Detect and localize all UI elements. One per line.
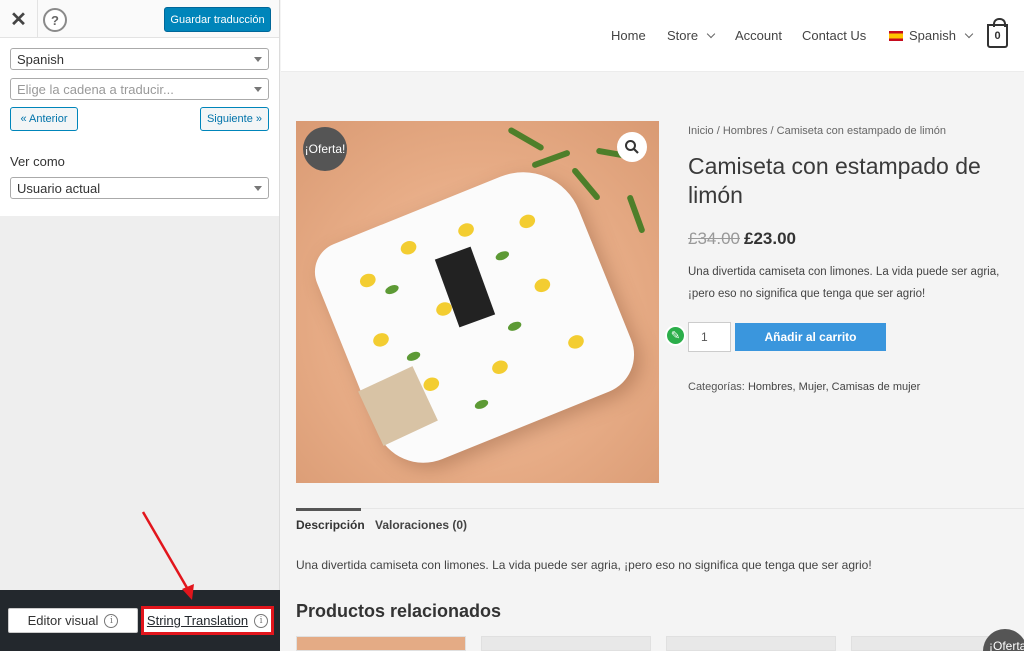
string-select[interactable]: Elige la cadena a traducir... <box>10 78 269 100</box>
tab-reviews[interactable]: Valoraciones (0) <box>375 518 467 532</box>
quantity-input[interactable]: 1 <box>688 322 731 352</box>
sale-price: £23.00 <box>744 229 796 248</box>
save-translation-button[interactable]: Guardar traducción <box>164 7 271 32</box>
cart-count: 0 <box>994 30 1001 42</box>
tab-description[interactable]: Descripción <box>296 518 365 532</box>
fern-leaf <box>626 194 646 234</box>
nav-store-label: Store <box>667 28 699 43</box>
nav-account[interactable]: Account <box>735 28 782 43</box>
lemon-print <box>357 271 378 290</box>
lemon-print <box>421 375 442 394</box>
string-translation-label: String Translation <box>146 613 249 628</box>
nav-home[interactable]: Home <box>611 28 646 43</box>
view-as-select[interactable]: Usuario actual <box>10 177 269 199</box>
add-to-cart-button[interactable]: Añadir al carrito <box>735 323 886 351</box>
lemon-print <box>398 238 419 257</box>
leaf-print <box>383 283 400 296</box>
nav-account-label: Account <box>735 28 782 43</box>
related-products-title: Productos relacionados <box>296 601 502 621</box>
language-select-value: Spanish <box>17 51 64 67</box>
panel-controls: ✕ ? Guardar traducción Spanish Elige la … <box>0 0 279 216</box>
leaf-print <box>494 249 511 263</box>
product-title: Camiseta con estampado de limón <box>688 153 981 208</box>
lemon-print <box>566 332 586 351</box>
lemon-print <box>517 212 538 231</box>
previous-button[interactable]: « Anterior <box>10 107 78 131</box>
related-sale-badge: ¡Oferta <box>983 629 1024 651</box>
product-categories: Categorías: Hombres, Mujer, Camisas de m… <box>688 381 920 393</box>
description-text: Una divertida camiseta con limones. La v… <box>296 558 872 572</box>
product-price: £34.00 £23.00 <box>688 229 796 249</box>
translation-panel: ✕ ? Guardar traducción Spanish Elige la … <box>0 0 280 651</box>
fern-leaf <box>570 166 602 202</box>
pencil-icon[interactable]: ✎ <box>665 325 686 346</box>
chevron-down-icon <box>964 29 974 39</box>
spain-flag-icon <box>889 30 903 41</box>
nav-contact-label: Contact Us <box>802 28 867 43</box>
chevron-down-icon <box>254 185 262 191</box>
panel-footer: Editor visual i String Translation i <box>0 590 280 651</box>
related-product-card[interactable] <box>296 636 466 651</box>
info-icon: i <box>254 613 269 628</box>
view-as-select-value: Usuario actual <box>17 180 101 196</box>
lemon-print <box>371 330 391 349</box>
old-price: £34.00 <box>688 229 740 248</box>
magnifier-icon <box>625 140 639 154</box>
lemon-print <box>456 220 476 239</box>
view-as-label: Ver como <box>10 154 65 169</box>
string-translation-button[interactable]: String Translation i <box>141 606 274 635</box>
leaf-print <box>473 398 490 411</box>
lemon-print <box>532 276 553 295</box>
product-image[interactable] <box>296 121 659 483</box>
lemon-print <box>490 358 510 377</box>
language-select[interactable]: Spanish <box>10 48 269 70</box>
chevron-down-icon <box>254 86 262 92</box>
fern-leaf <box>531 149 571 169</box>
zoom-icon[interactable] <box>617 132 647 162</box>
nav-store[interactable]: Store <box>667 28 716 43</box>
tabs-divider <box>296 508 1024 509</box>
info-icon: i <box>104 613 119 628</box>
active-tab-indicator <box>296 508 361 511</box>
related-product-card[interactable] <box>481 636 651 651</box>
nav-language[interactable]: Spanish <box>889 28 974 43</box>
help-icon[interactable]: ? <box>43 8 67 32</box>
next-button[interactable]: Siguiente » <box>200 107 269 131</box>
chevron-down-icon <box>706 29 716 39</box>
categories-links[interactable]: Hombres, Mujer, Camisas de mujer <box>748 381 920 393</box>
leaf-print <box>506 319 523 333</box>
close-icon[interactable]: ✕ <box>0 0 38 38</box>
cart-icon[interactable]: 0 <box>987 18 1008 48</box>
string-select-placeholder: Elige la cadena a traducir... <box>17 81 174 97</box>
breadcrumb[interactable]: Inicio / Hombres / Camiseta con estampad… <box>688 125 946 137</box>
site-header: Home Store Account Contact Us Spanish 0 <box>281 0 1024 72</box>
nav-language-label: Spanish <box>909 28 956 43</box>
editor-visual-label: Editor visual <box>27 613 99 628</box>
panel-topbar: ✕ ? Guardar traducción <box>0 0 279 38</box>
fern-leaf <box>507 126 545 152</box>
leaf-print <box>405 349 422 363</box>
chevron-down-icon <box>254 56 262 62</box>
editor-visual-button[interactable]: Editor visual i <box>8 608 138 633</box>
sale-badge: ¡Oferta! <box>303 127 347 171</box>
categories-label: Categorías: <box>688 381 745 393</box>
related-product-card[interactable] <box>666 636 836 651</box>
nav-home-label: Home <box>611 28 646 43</box>
nav-contact[interactable]: Contact Us <box>802 28 866 43</box>
product-short-description: Una divertida camiseta con limones. La v… <box>688 266 1000 300</box>
